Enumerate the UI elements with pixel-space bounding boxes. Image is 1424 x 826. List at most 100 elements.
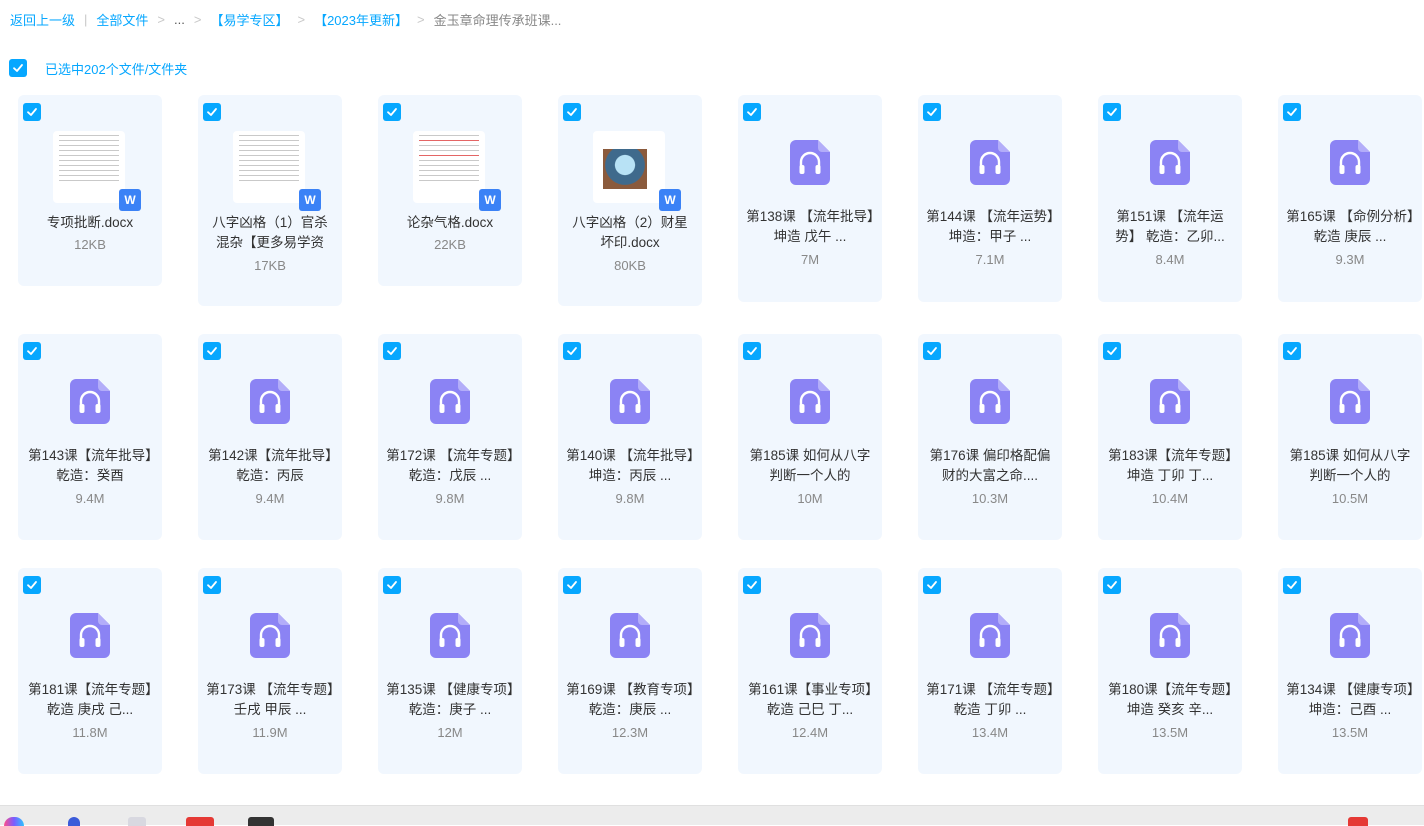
file-name[interactable]: 第161课【事业专项】乾造 己巳 丁... [746,680,874,720]
file-checkbox[interactable] [203,342,221,360]
file-card[interactable]: 第140课 【流年批导】坤造：丙辰 ... 9.8M [558,334,702,540]
breadcrumb-yixue[interactable]: 【易学专区】 [210,10,288,29]
file-name[interactable]: 第169课 【教育专项】乾造：庚辰 ... [566,680,694,720]
file-card[interactable]: 第151课 【流年运势】 乾造：乙卯... 8.4M [1098,95,1242,302]
file-card[interactable]: 第143课【流年批导】乾造：癸酉 9.4M [18,334,162,540]
audio-file-icon [1150,379,1190,424]
file-checkbox[interactable] [23,103,41,121]
file-name[interactable]: 第140课 【流年批导】坤造：丙辰 ... [566,446,694,486]
file-checkbox[interactable] [1103,576,1121,594]
file-name[interactable]: 第138课 【流年批导】坤造 戊午 ... [746,207,874,247]
file-checkbox[interactable] [23,576,41,594]
file-name[interactable]: 第151课 【流年运势】 乾造：乙卯... [1106,207,1234,247]
file-name[interactable]: 八字凶格（1）官杀混杂【更多易学资 [206,213,334,253]
file-checkbox[interactable] [563,576,581,594]
file-name[interactable]: 第176课 偏印格配偏财的大富之命.... [926,446,1054,486]
audio-file-icon [1330,613,1370,658]
file-size: 9.8M [435,491,465,506]
file-card[interactable]: 第134课 【健康专项】坤造：己酉 ... 13.5M [1278,568,1422,774]
file-checkbox[interactable] [743,576,761,594]
file-checkbox[interactable] [383,342,401,360]
check-icon [1287,581,1297,589]
file-name[interactable]: 第181课【流年专题】乾造 庚戌 己... [26,680,154,720]
check-icon [927,581,937,589]
file-checkbox[interactable] [743,342,761,360]
file-name[interactable]: 第143课【流年批导】乾造：癸酉 [26,446,154,486]
file-checkbox[interactable] [563,342,581,360]
document-thumbnail: W [593,131,681,211]
file-name[interactable]: 第134课 【健康专项】坤造：己酉 ... [1286,680,1414,720]
file-name[interactable]: 第171课 【流年专题】乾造 丁卯 ... [926,680,1054,720]
file-card[interactable]: 第144课 【流年运势】坤造：甲子 ... 7.1M [918,95,1062,302]
file-card[interactable]: 第169课 【教育专项】乾造：庚辰 ... 12.3M [558,568,702,774]
breadcrumb-all-files[interactable]: 全部文件 [96,10,148,29]
file-card[interactable]: W 八字凶格（1）官杀混杂【更多易学资 17KB [198,95,342,306]
file-checkbox[interactable] [923,103,941,121]
check-icon [387,347,397,355]
check-icon [27,347,37,355]
file-checkbox[interactable] [1283,103,1301,121]
file-card[interactable]: 第183课【流年专题】坤造 丁卯 丁... 10.4M [1098,334,1242,540]
file-card[interactable]: 第165课 【命例分析】乾造 庚辰 ... 9.3M [1278,95,1422,302]
file-checkbox[interactable] [1103,103,1121,121]
file-size: 12.3M [611,725,649,740]
file-name[interactable]: 第173课 【流年专题】壬戌 甲辰 ... [206,680,334,720]
file-checkbox[interactable] [923,576,941,594]
file-checkbox[interactable] [383,103,401,121]
file-size: 9.4M [255,491,285,506]
file-name[interactable]: 第142课【流年批导】乾造：丙辰 [206,446,334,486]
file-card[interactable]: 第161课【事业专项】乾造 己巳 丁... 12.4M [738,568,882,774]
audio-file-icon [970,379,1010,424]
file-name[interactable]: 第180课【流年专题】坤造 癸亥 辛... [1106,680,1234,720]
file-name[interactable]: 第183课【流年专题】坤造 丁卯 丁... [1106,446,1234,486]
file-name[interactable]: 专项批断.docx [26,213,154,233]
check-icon [1287,347,1297,355]
file-card[interactable]: 第180课【流年专题】坤造 癸亥 辛... 13.5M [1098,568,1242,774]
breadcrumb-ellipsis[interactable]: ... [174,12,185,27]
file-card[interactable]: 第142课【流年批导】乾造：丙辰 9.4M [198,334,342,540]
file-checkbox[interactable] [203,576,221,594]
file-size: 13.4M [971,725,1009,740]
file-card[interactable]: 第171课 【流年专题】乾造 丁卯 ... 13.4M [918,568,1062,774]
file-size: 7M [800,252,820,267]
file-card[interactable]: 第138课 【流年批导】坤造 戊午 ... 7M [738,95,882,302]
breadcrumb-2023[interactable]: 【2023年更新】 [314,10,408,29]
file-card[interactable]: 第172课 【流年专题】乾造：戊辰 ... 9.8M [378,334,522,540]
file-checkbox[interactable] [743,103,761,121]
select-all-checkbox[interactable] [9,59,27,77]
file-checkbox[interactable] [923,342,941,360]
audio-file-icon [970,140,1010,185]
file-checkbox[interactable] [383,576,401,594]
file-name[interactable]: 第185课 如何从八字判断一个人的 [746,446,874,486]
audio-file-icon [430,613,470,658]
file-checkbox[interactable] [23,342,41,360]
file-checkbox[interactable] [1283,576,1301,594]
file-checkbox[interactable] [1283,342,1301,360]
file-name[interactable]: 八字凶格（2）财星坏印.docx [566,213,694,253]
file-checkbox[interactable] [203,103,221,121]
back-link[interactable]: 返回上一级 [10,10,75,29]
file-checkbox[interactable] [1103,342,1121,360]
file-checkbox[interactable] [563,103,581,121]
audio-file-icon [1330,140,1370,185]
file-name[interactable]: 第185课 如何从八字判断一个人的 [1286,446,1414,486]
file-name[interactable]: 论杂气格.docx [386,213,514,233]
selection-bar: 已选中202个文件/文件夹 [9,59,187,77]
file-name[interactable]: 第172课 【流年专题】乾造：戊辰 ... [386,446,514,486]
word-doc-icon: W [299,189,321,211]
file-size: 9.8M [615,491,645,506]
file-card[interactable]: 第185课 如何从八字判断一个人的 10M [738,334,882,540]
file-name[interactable]: 第165课 【命例分析】乾造 庚辰 ... [1286,207,1414,247]
file-card[interactable]: 第173课 【流年专题】壬戌 甲辰 ... 11.9M [198,568,342,774]
file-card[interactable]: 第135课 【健康专项】乾造：庚子 ... 12M [378,568,522,774]
file-card[interactable]: W 八字凶格（2）财星坏印.docx 80KB [558,95,702,306]
check-icon [387,108,397,116]
file-card[interactable]: 第185课 如何从八字判断一个人的 10.5M [1278,334,1422,540]
file-name[interactable]: 第144课 【流年运势】坤造：甲子 ... [926,207,1054,247]
file-card[interactable]: 第176课 偏印格配偏财的大富之命.... 10.3M [918,334,1062,540]
file-card[interactable]: W 专项批断.docx 12KB [18,95,162,286]
file-card[interactable]: W 论杂气格.docx 22KB [378,95,522,286]
file-name[interactable]: 第135课 【健康专项】乾造：庚子 ... [386,680,514,720]
audio-file-icon [250,613,290,658]
file-card[interactable]: 第181课【流年专题】乾造 庚戌 己... 11.8M [18,568,162,774]
